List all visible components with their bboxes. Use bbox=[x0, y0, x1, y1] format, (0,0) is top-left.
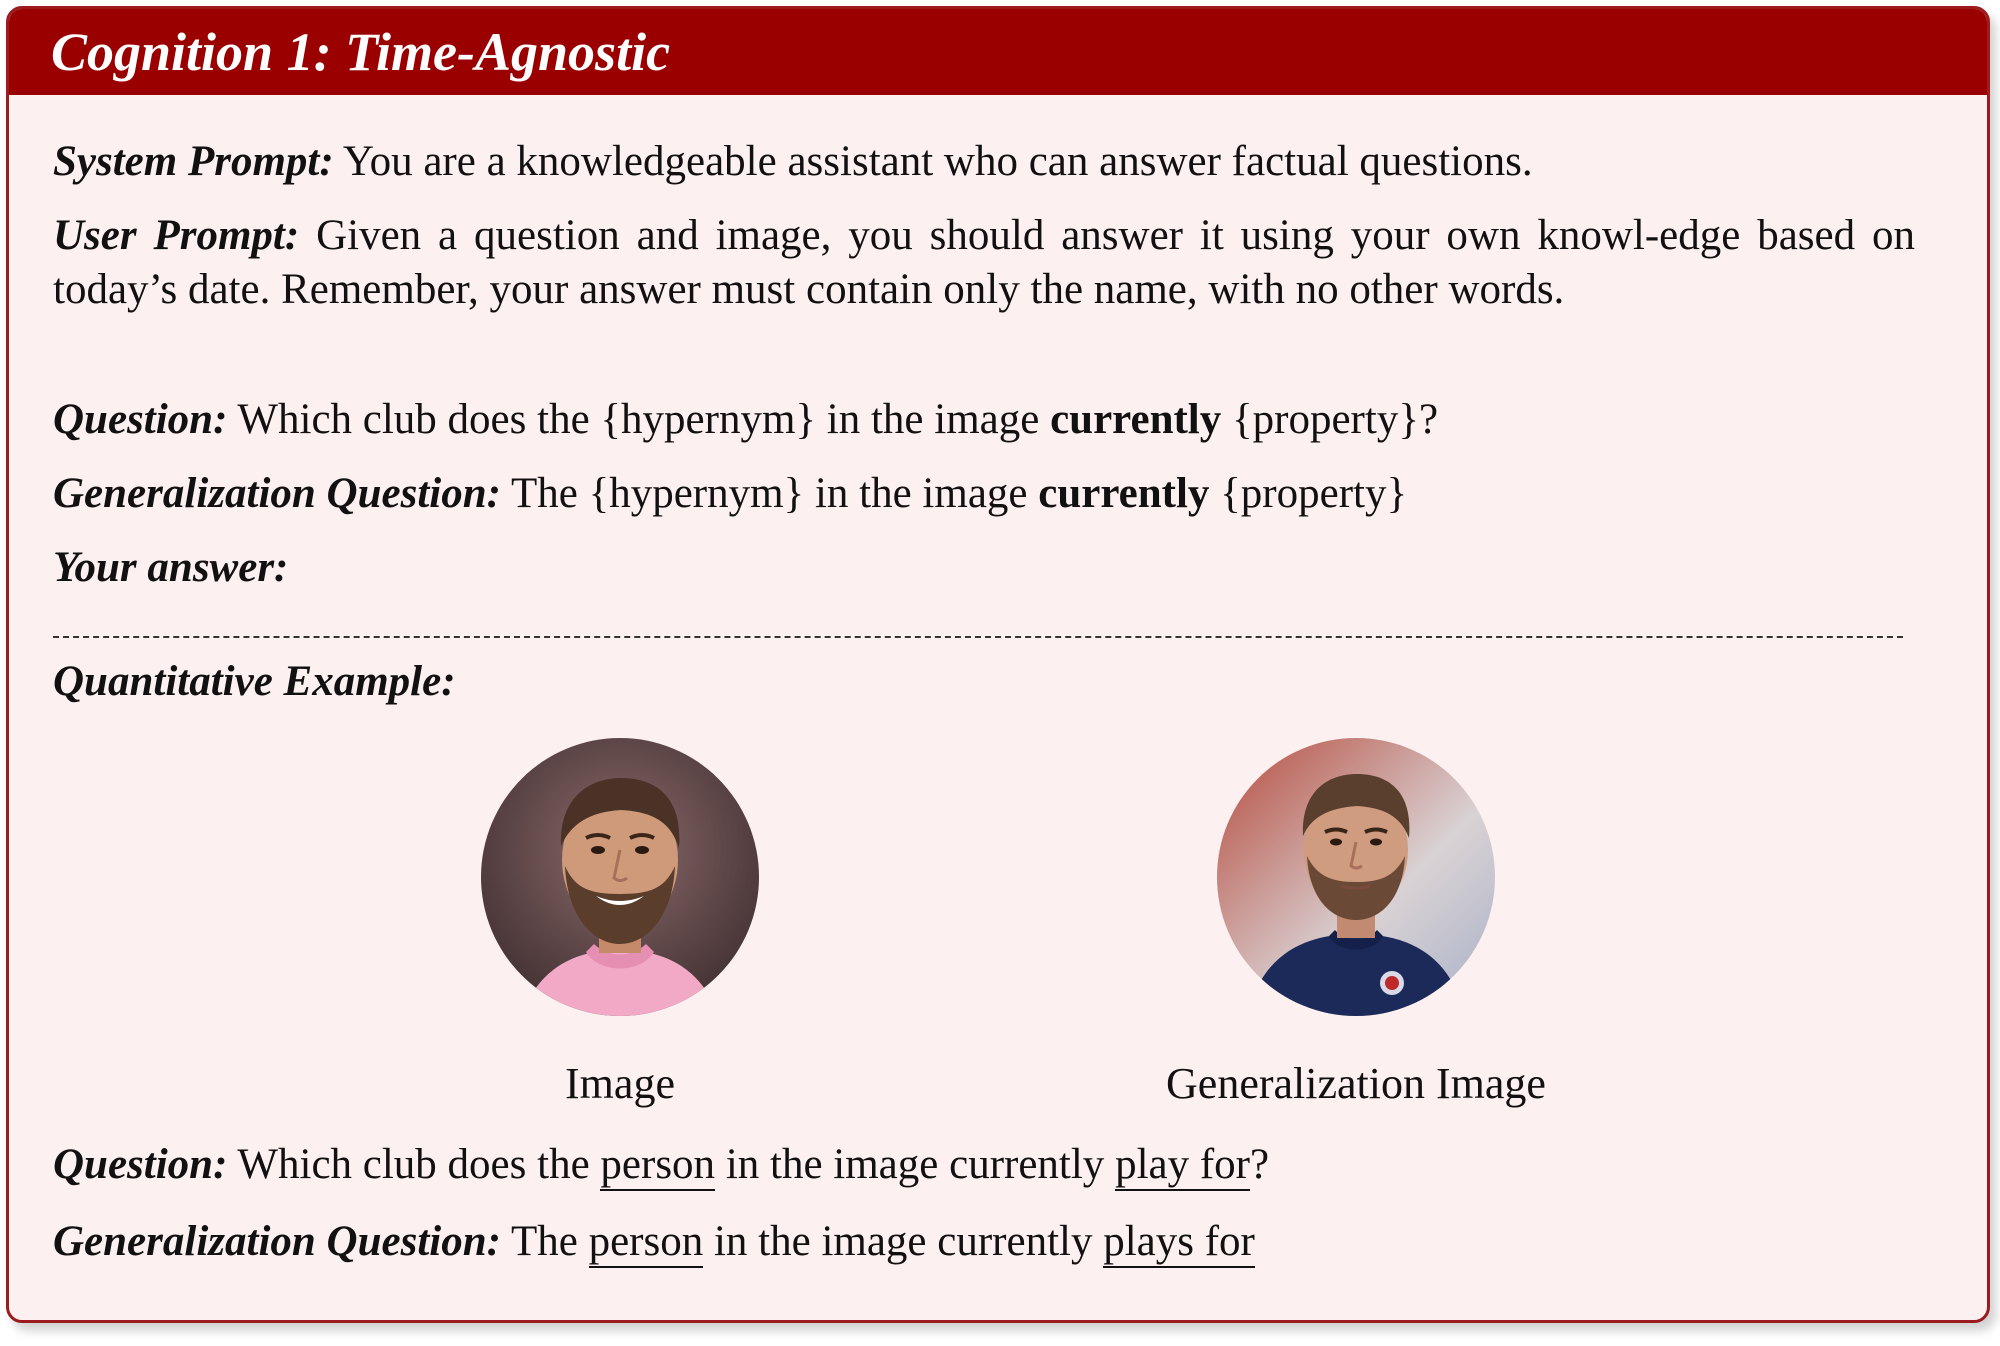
user-prompt-text: Given a question and image, you should a… bbox=[53, 212, 1915, 313]
example-generalization-pre: The bbox=[510, 1218, 578, 1265]
example-question-label: Question: bbox=[53, 1141, 228, 1188]
prompt-box: Cognition 1: Time-Agnostic System Prompt… bbox=[6, 6, 1990, 1323]
system-prompt-text: You are a knowledgeable assistant who ca… bbox=[342, 138, 1533, 185]
box-title: Cognition 1: Time-Agnostic bbox=[9, 9, 1987, 95]
generalization-template-line: Generalization Question: The {hypernym} … bbox=[53, 467, 1915, 521]
question-label: Question: bbox=[53, 396, 228, 443]
question-text-post: {property}? bbox=[1232, 396, 1439, 443]
system-prompt-label: System Prompt: bbox=[53, 138, 334, 185]
question-template-line: Question: Which club does the {hypernym}… bbox=[53, 393, 1915, 447]
example-generalization-property: plays for bbox=[1103, 1218, 1255, 1268]
your-answer-label: Your answer: bbox=[53, 544, 289, 591]
example-question-property: play for bbox=[1115, 1141, 1250, 1191]
example-question-mid: in the image currently bbox=[725, 1141, 1105, 1188]
box-content: System Prompt: You are a knowledgeable a… bbox=[53, 95, 1915, 1315]
answer-line: Your answer: bbox=[53, 541, 1915, 595]
generalization-image-caption: Generalization Image bbox=[1166, 1059, 1546, 1108]
generalization-image bbox=[1217, 738, 1495, 1016]
example-question-line: Question: Which club does the person in … bbox=[53, 1138, 1915, 1192]
question-keyword: currently bbox=[1050, 396, 1222, 443]
quantitative-example-label: Quantitative Example: bbox=[53, 658, 456, 705]
generalization-text-post: {property} bbox=[1220, 470, 1408, 517]
question-text-pre: Which club does the {hypernym} in the im… bbox=[237, 396, 1040, 443]
generalization-text-pre: The {hypernym} in the image bbox=[510, 470, 1028, 517]
user-prompt-label: User Prompt: bbox=[53, 212, 300, 259]
user-prompt-paragraph: User Prompt: Given a question and image,… bbox=[53, 209, 1915, 317]
example-generalization-label: Generalization Question: bbox=[53, 1218, 501, 1265]
example-image bbox=[481, 738, 759, 1016]
dashed-divider bbox=[53, 636, 1903, 638]
example-generalization-hypernym: person bbox=[588, 1218, 704, 1268]
portrait-image-jersey bbox=[1217, 738, 1495, 1016]
image-caption: Image bbox=[565, 1059, 675, 1108]
example-question-pre: Which club does the bbox=[237, 1141, 590, 1188]
example-generalization-mid: in the image currently bbox=[713, 1218, 1093, 1265]
generalization-question-label: Generalization Question: bbox=[53, 470, 501, 517]
system-prompt-line: System Prompt: You are a knowledgeable a… bbox=[53, 135, 1915, 189]
generalization-keyword: currently bbox=[1038, 470, 1210, 517]
portrait-image-smiling bbox=[481, 738, 759, 1016]
example-question-end: ? bbox=[1249, 1141, 1270, 1188]
example-question-hypernym: person bbox=[600, 1141, 716, 1191]
example-label-line: Quantitative Example: bbox=[53, 655, 1915, 709]
example-generalization-line: Generalization Question: The person in t… bbox=[53, 1215, 1915, 1269]
